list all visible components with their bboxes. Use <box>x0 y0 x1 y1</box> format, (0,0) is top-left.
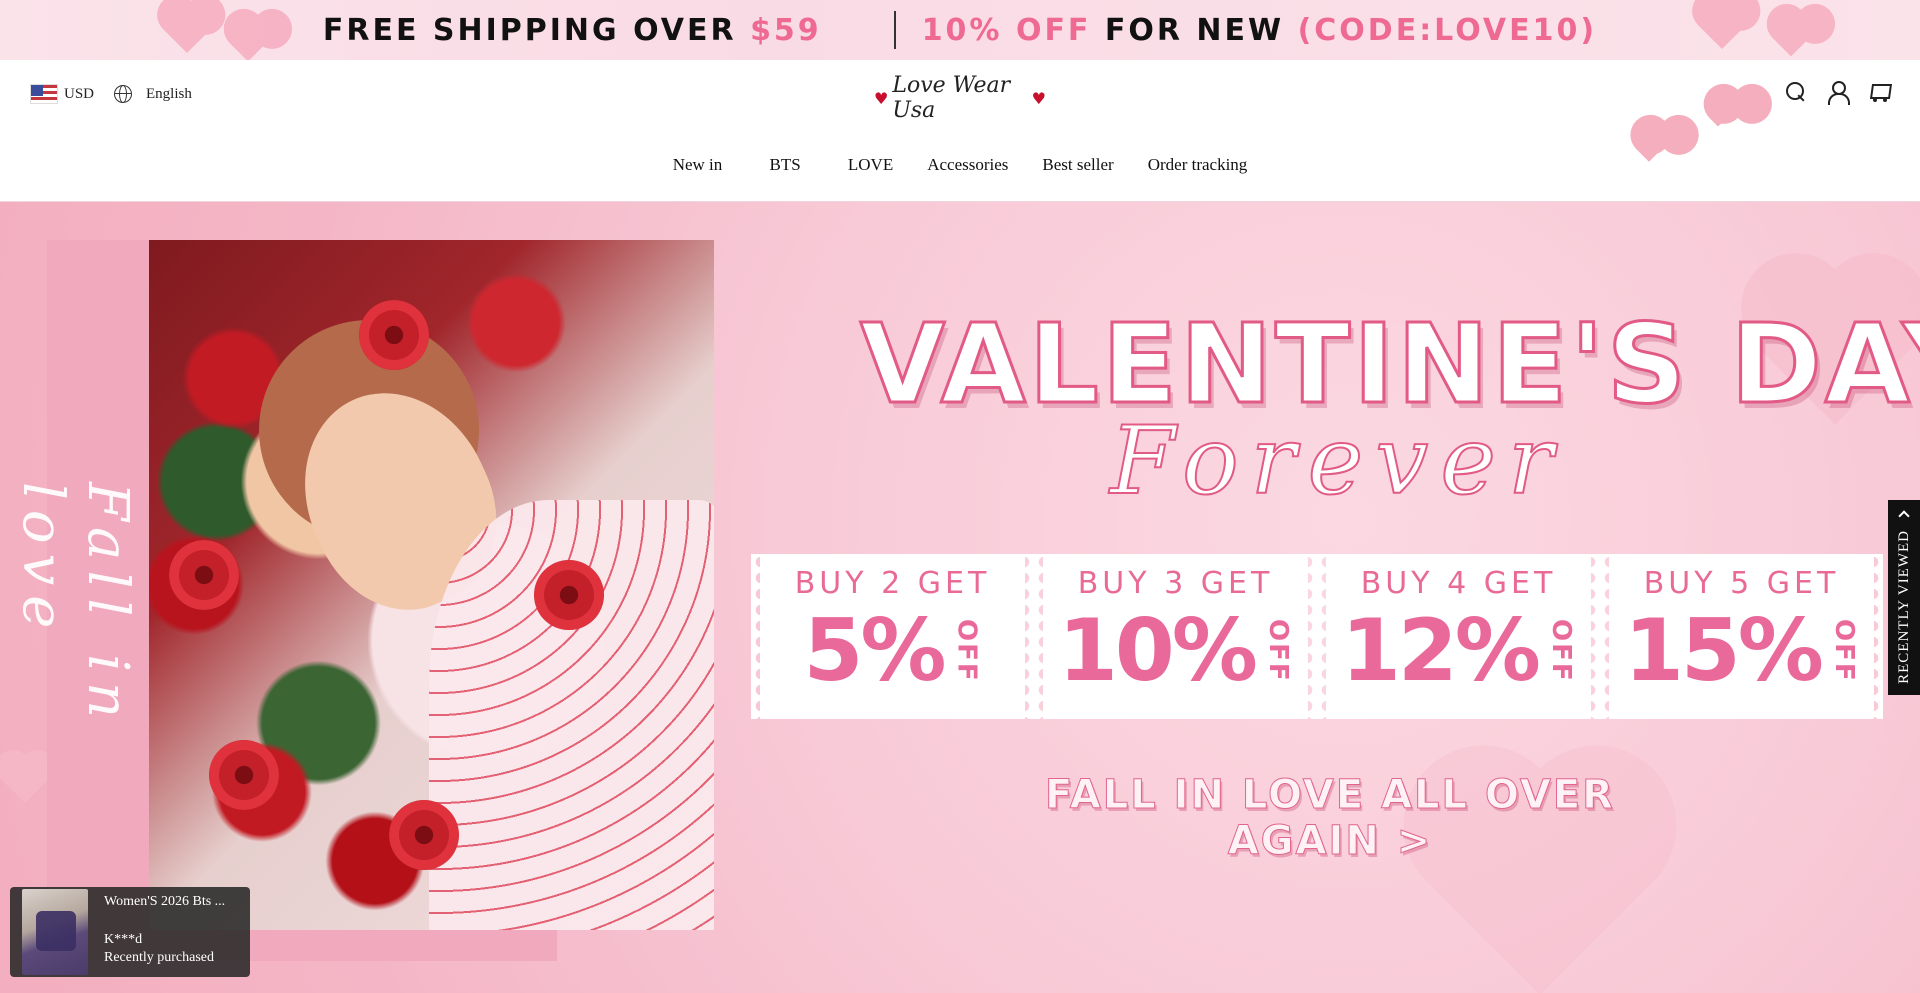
hero-banner[interactable]: Fall in love VALENTINE'S DAY Forever BUY… <box>0 202 1920 993</box>
nav-order-tracking[interactable]: Order tracking <box>1148 155 1248 175</box>
rose-decoration <box>209 740 279 810</box>
site-header: USD English ♥ Love Wear Usa ♥ New in  BT… <box>0 60 1920 202</box>
heart-decoration <box>1709 109 1727 127</box>
coupon-buy-3[interactable]: BUY 3 GET 10% OFF <box>1043 554 1317 719</box>
nav-new-in[interactable]: New in <box>673 155 723 175</box>
fall-in-love-script: Fall in love <box>10 482 140 729</box>
coupon-amount: 10% <box>1058 601 1258 701</box>
rose-decoration <box>389 800 459 870</box>
new-customer-discount-text: 10% OFF FOR NEW (CODE:LOVE10) <box>922 13 1597 48</box>
coupon-buy-label: BUY 2 GET <box>794 566 991 601</box>
globe-icon <box>114 85 133 103</box>
heart-decoration <box>0 754 50 804</box>
coupon-amount-row: 12% OFF <box>1341 601 1576 701</box>
coupon-amount-row: 10% OFF <box>1058 601 1293 701</box>
free-shipping-text: FREE SHIPPING OVER $59 <box>323 13 822 48</box>
logo-text: Love Wear Usa <box>892 73 1011 123</box>
shipping-prefix: FREE SHIPPING OVER <box>322 12 751 48</box>
heart-decoration <box>1697 0 1747 50</box>
main-nav: New in  BTS  LOVE Accessories Best selle… <box>0 155 1920 175</box>
locale-selector[interactable]: USD English <box>30 84 192 104</box>
search-icon[interactable] <box>1784 80 1808 104</box>
rose-decoration <box>359 300 429 370</box>
rose-decoration <box>169 540 239 610</box>
coupon-off-label: OFF <box>1262 619 1293 683</box>
discount-percent: 10% OFF <box>921 12 1092 48</box>
purchase-buyer: K***d <box>104 932 143 947</box>
coupon-list: BUY 2 GET 5% OFF BUY 3 GET 10% OFF BUY 4… <box>760 554 1883 719</box>
purchase-product-name[interactable]: Women'S 2026 Bts ... <box>104 893 234 911</box>
shipping-amount: $59 <box>750 12 822 48</box>
nav-best-seller[interactable]: Best seller <box>1042 155 1113 175</box>
coupon-off-label: OFF <box>951 619 982 683</box>
us-flag-icon <box>30 84 58 104</box>
coupon-amount: 5% <box>803 601 946 701</box>
rose-decoration <box>534 560 604 630</box>
header-icons <box>1784 80 1892 105</box>
heart-icon: ♥ <box>1031 88 1046 108</box>
coupon-amount: 15% <box>1624 601 1824 701</box>
purchase-status: Recently purchased <box>104 950 215 965</box>
currency-selector[interactable]: USD <box>64 86 94 103</box>
heart-decoration <box>162 4 212 54</box>
purchase-info: Women'S 2026 Bts ... K***d Recently purc… <box>104 887 234 977</box>
fall-in-love-cta-link[interactable]: FALL IN LOVE ALL OVER AGAIN > <box>980 772 1680 865</box>
coupon-buy-label: BUY 5 GET <box>1643 566 1840 601</box>
coupon-amount-row: 15% OFF <box>1624 601 1859 701</box>
coupon-off-label: OFF <box>1828 619 1859 683</box>
heart-decoration <box>229 24 267 60</box>
coupon-buy-label: BUY 4 GET <box>1360 566 1557 601</box>
coupon-amount: 12% <box>1341 601 1541 701</box>
coupon-buy-2[interactable]: BUY 2 GET 5% OFF <box>760 554 1034 719</box>
account-icon[interactable] <box>1826 80 1850 105</box>
coupon-buy-4[interactable]: BUY 4 GET 12% OFF <box>1326 554 1600 719</box>
nav-bts[interactable]:  BTS  <box>756 155 814 175</box>
heart-decoration <box>1772 19 1810 57</box>
coupon-buy-5[interactable]: BUY 5 GET 15% OFF <box>1609 554 1883 719</box>
recent-purchase-popup[interactable]: Women'S 2026 Bts ... K***d Recently purc… <box>10 887 250 977</box>
chevron-up-icon <box>1898 510 1910 522</box>
cart-icon[interactable] <box>1868 80 1892 104</box>
recently-viewed-tab[interactable]: RECENTLY VIEWED <box>1888 500 1920 695</box>
coupon-off-label: OFF <box>1545 619 1576 683</box>
discount-mid: FOR NEW <box>1091 12 1298 48</box>
product-thumbnail[interactable] <box>22 889 88 975</box>
recently-viewed-label: RECENTLY VIEWED <box>1895 530 1912 684</box>
site-logo[interactable]: ♥ Love Wear Usa ♥ <box>870 73 1050 123</box>
language-selector[interactable]: English <box>146 86 192 103</box>
model-photo[interactable] <box>149 240 714 930</box>
discount-code: (CODE:LOVE10) <box>1297 12 1598 48</box>
announcement-bar: FREE SHIPPING OVER $59 10% OFF FOR NEW (… <box>0 0 1920 60</box>
announcement-divider <box>893 11 896 49</box>
coupon-amount-row: 5% OFF <box>803 601 981 701</box>
heart-icon: ♥ <box>874 88 889 108</box>
coupon-buy-label: BUY 3 GET <box>1077 566 1274 601</box>
nav-love[interactable]: LOVE <box>848 155 893 175</box>
nav-accessories[interactable]: Accessories <box>927 155 1008 175</box>
promo-subtitle: Forever <box>1109 406 1565 517</box>
